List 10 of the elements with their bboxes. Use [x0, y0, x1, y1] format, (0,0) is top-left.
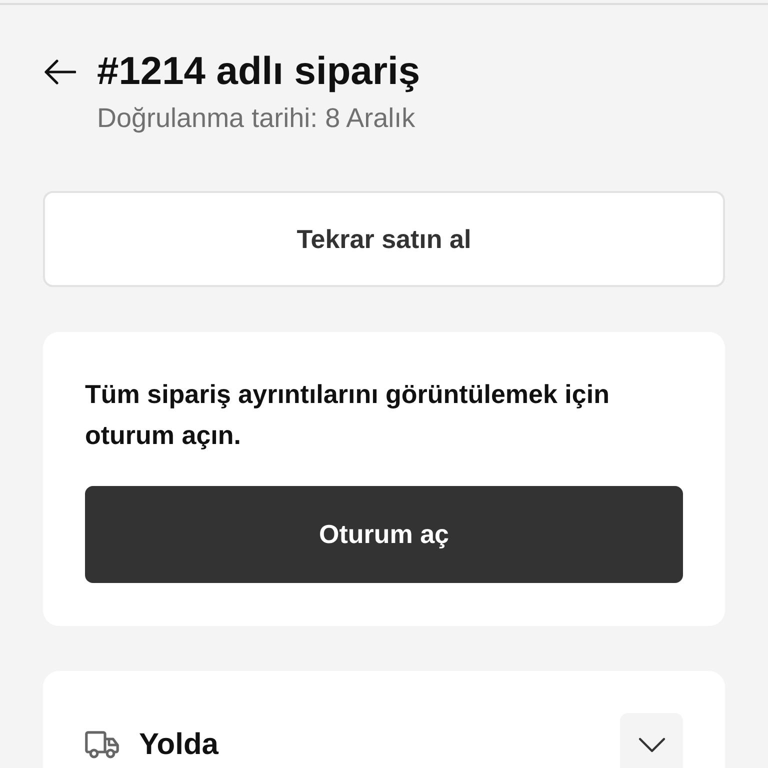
- sign-in-message: Tüm sipariş ayrıntılarını görüntülemek için oturum açın.: [85, 378, 610, 452]
- back-arrow-icon: [44, 59, 76, 85]
- status-label: Yolda: [139, 728, 220, 762]
- truck-icon: [85, 730, 119, 758]
- expand-toggle-button[interactable]: [620, 713, 683, 768]
- buy-again-button[interactable]: Tekrar satın al: [43, 191, 725, 287]
- order-title: #1214 adlı sipariş: [97, 52, 420, 92]
- chevron-down-icon: [638, 736, 666, 752]
- sign-in-button[interactable]: Oturum aç: [85, 486, 683, 583]
- confirmation-date: Doğrulanma tarihi: 8 Aralık: [97, 102, 416, 134]
